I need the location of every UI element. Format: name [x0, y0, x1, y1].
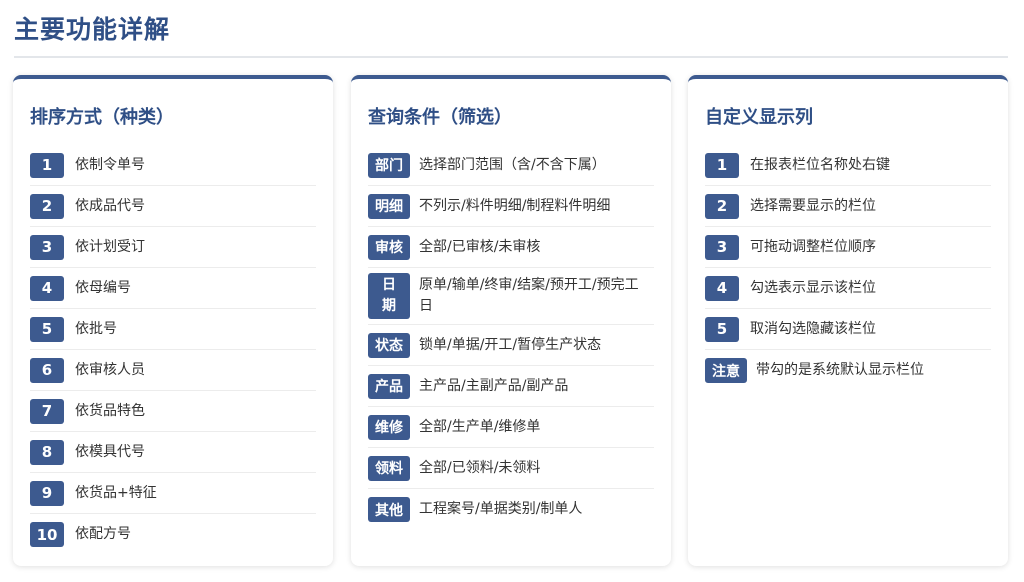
list-item: 状态 锁单/单据/开工/暂停生产状态: [368, 325, 654, 366]
category-badge: 领料: [368, 455, 410, 481]
item-text: 选择部门范围（含/不含下属）: [419, 156, 606, 173]
sort-options-list: 1 依制令单号 2 依成品代号 3 依计划受订 4 依母编号 5 依批号 6 依…: [30, 145, 316, 555]
item-text: 依配方号: [75, 526, 131, 542]
list-item: 部门 选择部门范围（含/不含下属）: [368, 145, 654, 186]
category-badge: 其他: [368, 497, 410, 522]
category-badge: 日 期: [368, 273, 410, 319]
list-item: 9 依货品+特征: [30, 473, 316, 514]
list-item: 其他 工程案号/单据类别/制单人: [368, 489, 654, 530]
list-item: 维修 全部/生产单/维修单: [368, 407, 654, 448]
category-badge: 明细: [368, 193, 410, 219]
list-item: 3 依计划受订: [30, 227, 316, 268]
item-text: 全部/已审核/未审核: [419, 238, 541, 255]
number-badge: 5: [30, 316, 64, 342]
title-divider: [14, 56, 1008, 58]
list-item: 10 依配方号: [30, 514, 316, 555]
number-badge: 9: [30, 480, 64, 506]
badge-line: 日: [382, 277, 396, 293]
item-text: 依制令单号: [75, 156, 145, 173]
item-text: 依成品代号: [75, 197, 145, 214]
category-badge: 状态: [368, 332, 410, 358]
sort-options-card: 排序方式（种类） 1 依制令单号 2 依成品代号 3 依计划受订 4 依母编号 …: [13, 75, 333, 566]
number-badge: 4: [30, 275, 64, 301]
item-text: 锁单/单据/开工/暂停生产状态: [419, 336, 602, 353]
list-item: 领料 全部/已领料/未领料: [368, 448, 654, 489]
text-line: 日: [419, 298, 433, 314]
card-title: 排序方式（种类）: [30, 107, 174, 128]
list-item: 5 取消勾选隐藏该栏位: [705, 309, 991, 350]
custom-columns-card: 自定义显示列 1 在报表栏位名称处右键 2 选择需要显示的栏位 3 可拖动调整栏…: [688, 75, 1008, 566]
query-conditions-list: 部门 选择部门范围（含/不含下属） 明细 不列示/料件明细/制程料件明细 审核 …: [368, 145, 654, 530]
category-badge: 产品: [368, 373, 410, 399]
item-text: 选择需要显示的栏位: [750, 197, 876, 214]
list-item: 5 依批号: [30, 309, 316, 350]
text-line: 原单/输单/终审/结案/预开工/预完工: [419, 277, 639, 293]
item-text: 依计划受订: [75, 238, 145, 255]
list-item: 1 在报表栏位名称处右键: [705, 145, 991, 186]
number-badge: 10: [30, 522, 64, 547]
list-item: 日 期 原单/输单/终审/结案/预开工/预完工 日: [368, 268, 654, 325]
item-text: 依货品+特征: [75, 484, 157, 501]
number-badge: 3: [30, 234, 64, 260]
page-title: 主要功能详解: [14, 15, 171, 44]
category-badge: 维修: [368, 414, 410, 440]
list-item: 4 依母编号: [30, 268, 316, 309]
item-text: 主产品/主副产品/副产品: [419, 377, 569, 394]
item-text: 依审核人员: [75, 361, 145, 378]
list-item: 4 勾选表示显示该栏位: [705, 268, 991, 309]
category-badge: 部门: [368, 152, 410, 178]
item-text: 勾选表示显示该栏位: [750, 279, 876, 296]
item-text: 依批号: [75, 320, 117, 337]
number-badge: 3: [705, 234, 739, 260]
list-item: 8 依模具代号: [30, 432, 316, 473]
number-badge: 7: [30, 398, 64, 424]
item-text: 取消勾选隐藏该栏位: [750, 320, 876, 337]
item-text: 原单/输单/终审/结案/预开工/预完工 日: [419, 275, 639, 317]
list-item: 2 选择需要显示的栏位: [705, 186, 991, 227]
badge-line: 期: [382, 298, 396, 314]
card-title: 自定义显示列: [705, 107, 813, 128]
item-text: 工程案号/单据类别/制单人: [419, 501, 583, 517]
number-badge: 4: [705, 275, 739, 301]
number-badge: 1: [705, 152, 739, 178]
number-badge: 2: [30, 193, 64, 219]
item-text: 依货品特色: [75, 402, 145, 419]
number-badge: 8: [30, 439, 64, 465]
query-conditions-card: 查询条件（筛选） 部门 选择部门范围（含/不含下属） 明细 不列示/料件明细/制…: [351, 75, 671, 566]
item-text: 依母编号: [75, 279, 131, 296]
number-badge: 5: [705, 316, 739, 342]
list-item: 产品 主产品/主副产品/副产品: [368, 366, 654, 407]
list-item: 明细 不列示/料件明细/制程料件明细: [368, 186, 654, 227]
custom-columns-list: 1 在报表栏位名称处右键 2 选择需要显示的栏位 3 可拖动调整栏位顺序 4 勾…: [705, 145, 991, 391]
number-badge: 2: [705, 193, 739, 219]
note-item: 注意 带勾的是系统默认显示栏位: [705, 350, 991, 391]
list-item: 3 可拖动调整栏位顺序: [705, 227, 991, 268]
category-badge: 审核: [368, 234, 410, 260]
list-item: 2 依成品代号: [30, 186, 316, 227]
list-item: 6 依审核人员: [30, 350, 316, 391]
item-text: 在报表栏位名称处右键: [750, 156, 890, 173]
list-item: 1 依制令单号: [30, 145, 316, 186]
item-text: 不列示/料件明细/制程料件明细: [419, 197, 611, 214]
list-item: 审核 全部/已审核/未审核: [368, 227, 654, 268]
number-badge: 6: [30, 357, 64, 383]
item-text: 全部/已领料/未领料: [419, 459, 541, 476]
item-text: 全部/生产单/维修单: [419, 418, 541, 435]
card-title: 查询条件（筛选）: [368, 107, 512, 128]
note-badge: 注意: [705, 358, 747, 383]
list-item: 7 依货品特色: [30, 391, 316, 432]
number-badge: 1: [30, 152, 64, 178]
item-text: 可拖动调整栏位顺序: [750, 238, 876, 255]
item-text: 依模具代号: [75, 443, 145, 460]
note-text: 带勾的是系统默认显示栏位: [756, 362, 924, 378]
